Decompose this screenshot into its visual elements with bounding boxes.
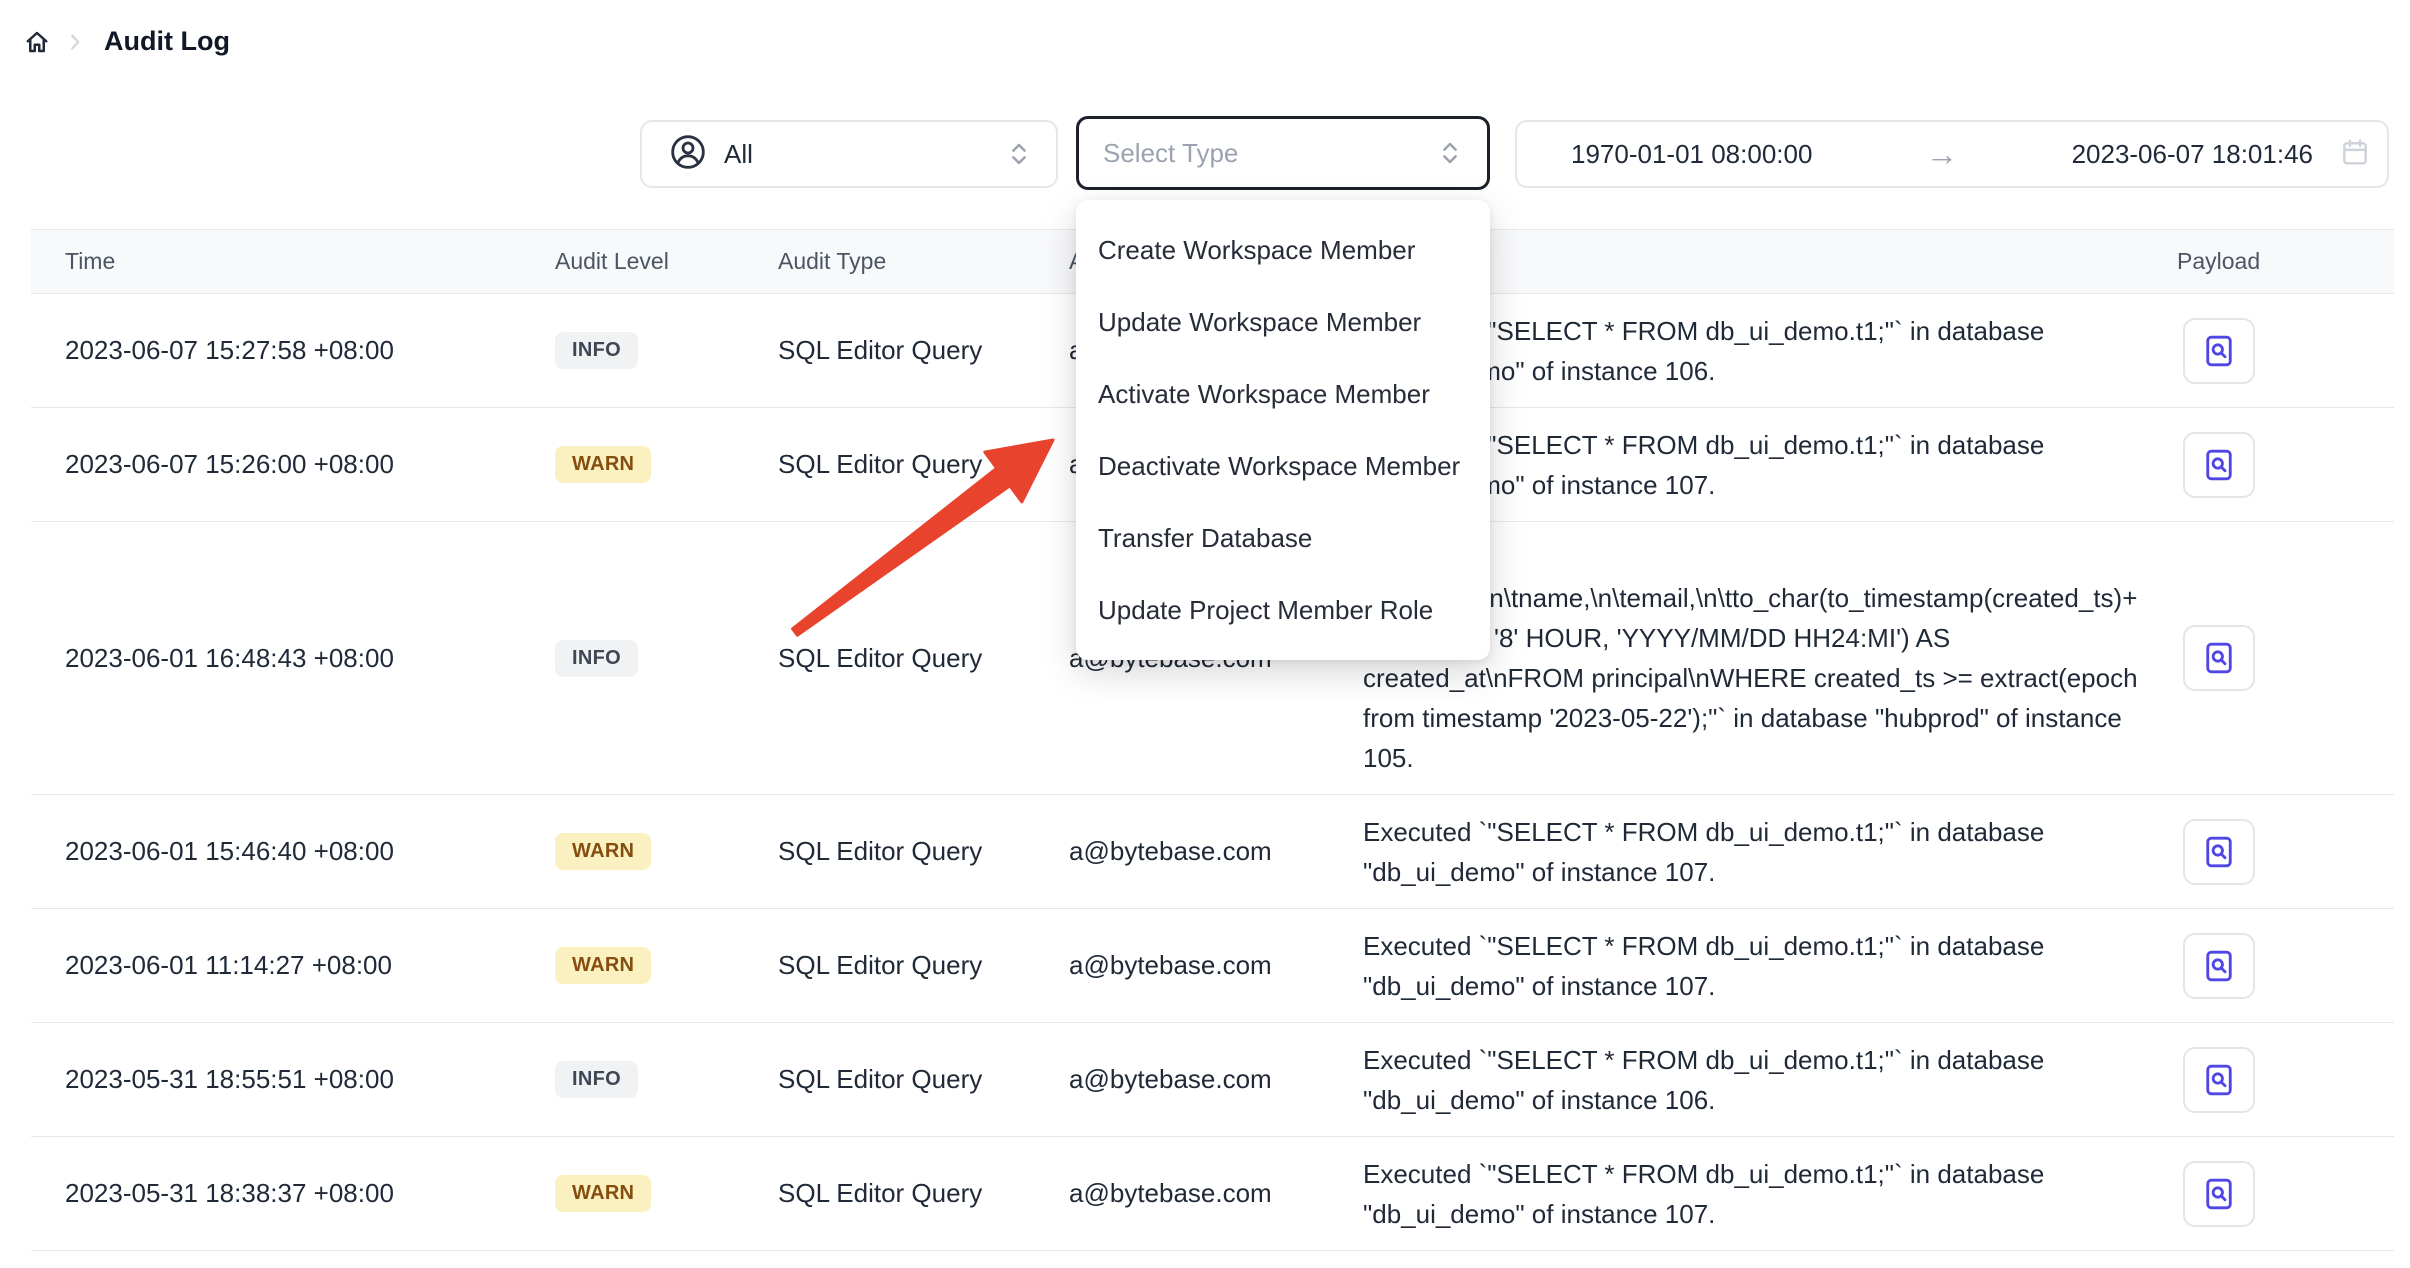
payload-view-button[interactable]	[2183, 1161, 2255, 1227]
arrow-right-icon: →	[1926, 138, 1958, 170]
user-filter-value: All	[724, 139, 753, 170]
column-header-time: Time	[31, 248, 555, 275]
cell-time: 2023-05-31 18:55:51 +08:00	[31, 1064, 555, 1095]
type-dropdown-menu: Create Workspace Member Update Workspace…	[1076, 200, 1490, 660]
cell-comment: Executed `"SELECT * FROM db_ui_demo.t1;"…	[1363, 1138, 2163, 1250]
chevron-up-down-icon	[1004, 139, 1034, 169]
chevron-right-icon	[64, 31, 86, 53]
cell-audit-type: SQL Editor Query	[778, 1178, 1069, 1209]
audit-log-page: Audit Log All Select Type 1970-01-01 08:…	[0, 0, 2410, 1268]
audit-level-badge: WARN	[555, 446, 651, 483]
date-range-picker[interactable]: 1970-01-01 08:00:00 → 2023-06-07 18:01:4…	[1515, 120, 2389, 188]
cell-audit-type: SQL Editor Query	[778, 1064, 1069, 1095]
dropdown-item[interactable]: Create Workspace Member	[1076, 214, 1490, 286]
cell-actor: a@bytebase.com	[1069, 1178, 1363, 1209]
audit-level-badge: WARN	[555, 1175, 651, 1212]
dropdown-item[interactable]: Update Workspace Member	[1076, 286, 1490, 358]
cell-comment: Executed `"SELECT * FROM db_ui_demo.t1;"…	[1363, 796, 2163, 908]
cell-audit-type: SQL Editor Query	[778, 449, 1069, 480]
cell-actor: a@bytebase.com	[1069, 836, 1363, 867]
type-filter-select[interactable]: Select Type	[1076, 116, 1490, 190]
audit-level-badge: INFO	[555, 332, 638, 369]
dropdown-item[interactable]: Transfer Database	[1076, 502, 1490, 574]
column-header-payload: Payload	[2163, 248, 2394, 275]
home-icon[interactable]	[22, 27, 52, 57]
table-row: 2023-05-31 18:55:51 +08:00 INFO SQL Edit…	[31, 1023, 2394, 1137]
audit-level-badge: WARN	[555, 833, 651, 870]
payload-view-button[interactable]	[2183, 933, 2255, 999]
cell-actor: a@bytebase.com	[1069, 1064, 1363, 1095]
dropdown-item[interactable]: Activate Workspace Member	[1076, 358, 1490, 430]
cell-audit-type: SQL Editor Query	[778, 335, 1069, 366]
table-row: 2023-06-01 11:14:27 +08:00 WARN SQL Edit…	[31, 909, 2394, 1023]
cell-audit-type: SQL Editor Query	[778, 643, 1069, 674]
payload-view-button[interactable]	[2183, 432, 2255, 498]
audit-level-badge: INFO	[555, 1061, 638, 1098]
type-filter-placeholder: Select Type	[1103, 138, 1238, 169]
payload-view-button[interactable]	[2183, 1047, 2255, 1113]
calendar-icon	[2339, 136, 2371, 173]
cell-time: 2023-05-31 18:38:37 +08:00	[31, 1178, 555, 1209]
cell-audit-type: SQL Editor Query	[778, 836, 1069, 867]
audit-level-badge: INFO	[555, 640, 638, 677]
cell-actor: a@bytebase.com	[1069, 950, 1363, 981]
table-row: 2023-06-01 15:46:40 +08:00 WARN SQL Edit…	[31, 795, 2394, 909]
page-title: Audit Log	[104, 26, 230, 57]
cell-time: 2023-06-07 15:26:00 +08:00	[31, 449, 555, 480]
table-row: 2023-05-31 18:38:37 +08:00 WARN SQL Edit…	[31, 1137, 2394, 1251]
date-from[interactable]: 1970-01-01 08:00:00	[1571, 139, 1812, 170]
dropdown-item[interactable]: Update Project Member Role	[1076, 574, 1490, 646]
breadcrumb: Audit Log	[22, 26, 230, 57]
cell-time: 2023-06-01 15:46:40 +08:00	[31, 836, 555, 867]
cell-audit-type: SQL Editor Query	[778, 950, 1069, 981]
user-filter-select[interactable]: All	[640, 120, 1058, 188]
chevron-up-down-icon	[1435, 138, 1465, 168]
date-to[interactable]: 2023-06-07 18:01:46	[2072, 139, 2313, 170]
cell-comment: Executed `"SELECT * FROM db_ui_demo.t1;"…	[1363, 910, 2163, 1022]
cell-time: 2023-06-01 16:48:43 +08:00	[31, 643, 555, 674]
dropdown-item[interactable]: Deactivate Workspace Member	[1076, 430, 1490, 502]
user-circle-icon	[668, 132, 708, 177]
cell-comment: Executed `"SELECT * FROM db_ui_demo.t1;"…	[1363, 1024, 2163, 1136]
payload-view-button[interactable]	[2183, 318, 2255, 384]
payload-view-button[interactable]	[2183, 819, 2255, 885]
column-header-audit-type: Audit Type	[778, 248, 1069, 275]
audit-level-badge: WARN	[555, 947, 651, 984]
cell-time: 2023-06-07 15:27:58 +08:00	[31, 335, 555, 366]
payload-view-button[interactable]	[2183, 625, 2255, 691]
cell-time: 2023-06-01 11:14:27 +08:00	[31, 950, 555, 981]
column-header-audit-level: Audit Level	[555, 248, 778, 275]
